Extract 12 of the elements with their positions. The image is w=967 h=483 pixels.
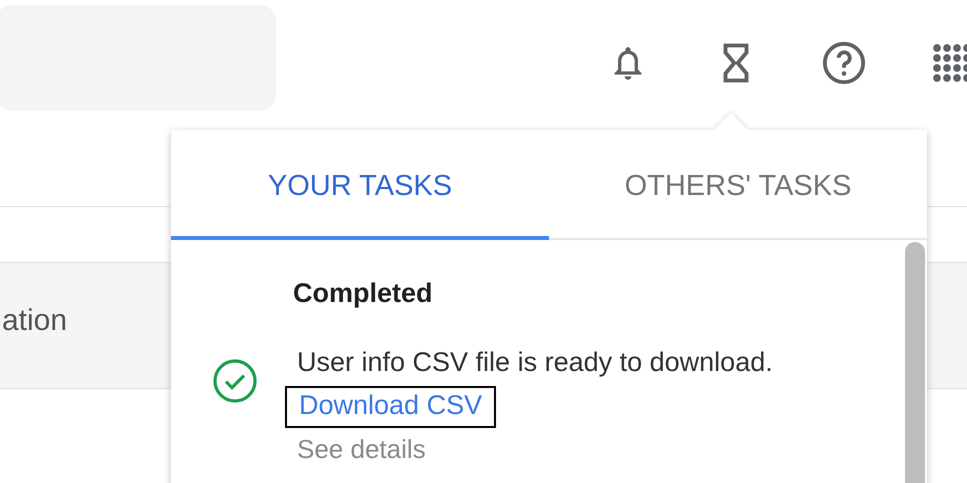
hourglass-icon xyxy=(722,42,750,84)
tab[interactable]: YOUR TASKS xyxy=(171,130,549,240)
column-header: ation xyxy=(2,304,68,338)
apps-grid-icon xyxy=(932,43,967,83)
section-title: Completed xyxy=(293,278,434,309)
task-message: User info CSV file is ready to download. xyxy=(297,347,773,378)
tab[interactable]: OTHERS' TASKS xyxy=(549,130,927,240)
scrollbar[interactable] xyxy=(905,242,925,483)
help-icon xyxy=(821,40,867,86)
download-link[interactable]: Download CSV xyxy=(285,386,496,428)
see-details-link[interactable]: See details xyxy=(297,434,426,465)
check-circle-icon xyxy=(211,357,259,405)
